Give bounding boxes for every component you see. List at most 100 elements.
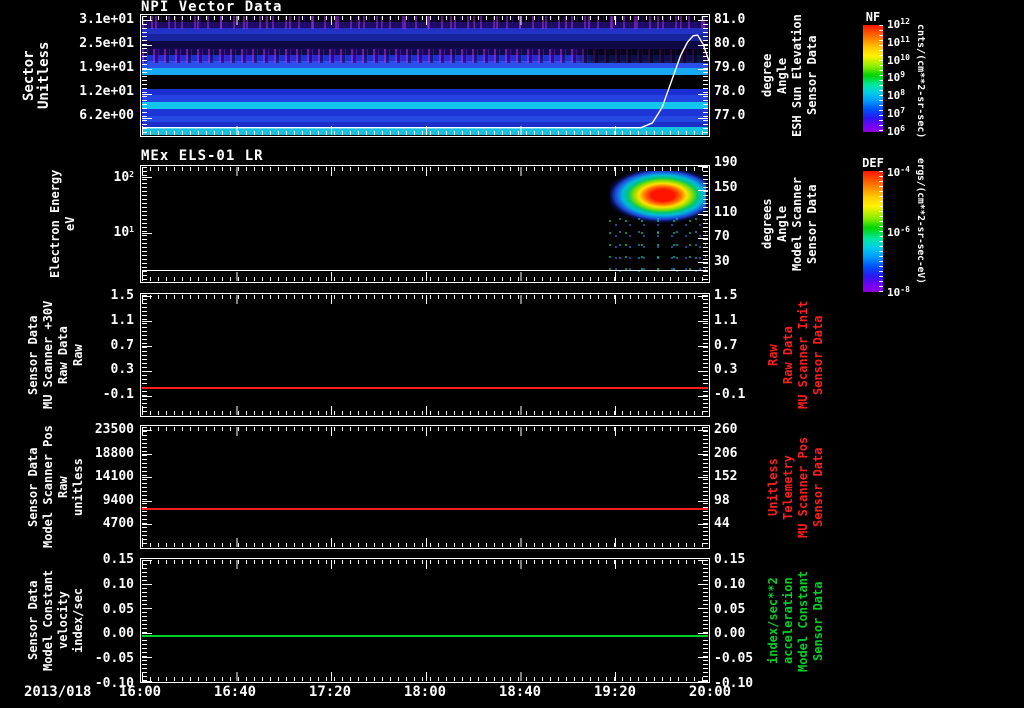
nf-colorbar-unit: cnts/(cm**2-sr-sec) <box>915 24 926 139</box>
p3-right-axis-title: Sensor Data MU Scanner Init Raw Data Raw <box>766 288 826 422</box>
x-tick-label: 20:00 <box>688 684 732 700</box>
tick-mark <box>698 477 708 478</box>
tick-mark <box>142 44 152 46</box>
tick-mark <box>698 500 708 502</box>
y-tick-label: -0.05 <box>714 651 754 667</box>
p3-y-tick-labels: 1.5 1.1 0.7 0.3 -0.1 <box>60 289 134 402</box>
colorbar-tick-label: 109 <box>887 70 906 85</box>
p4-right-major-ticks <box>698 430 708 525</box>
y-tick-label: -0.1 <box>102 387 134 402</box>
tick-mark <box>698 560 708 561</box>
axis-title-line: Raw Data <box>781 326 795 384</box>
els-right-major-ticks <box>698 166 708 263</box>
y-tick-label: 0.3 <box>714 362 738 378</box>
y-tick-label: -0.1 <box>714 387 746 402</box>
axis-title-line: Model Scanner Pos <box>41 425 55 549</box>
colorbar-tick-label: 106 <box>887 123 906 138</box>
panel-els-title: MEx ELS-01 LR <box>141 148 264 164</box>
tick-mark <box>698 321 708 322</box>
date-label: 2013/018 <box>24 684 92 700</box>
els-top-major-ticks <box>142 167 708 176</box>
sun-elevation-curve-path <box>142 34 710 129</box>
x-tick-label: 18:40 <box>498 684 542 700</box>
tick-mark <box>698 524 708 525</box>
y-tick-label: 1.1 <box>110 312 134 328</box>
p4-top-major-ticks <box>142 427 708 436</box>
p4-right-axis-title: Sensor Data MU Scanner Pos Telemetry Unitle… <box>766 420 826 554</box>
p5-right-axis-title: Sensor Data Model Constant acceleration ind… <box>766 552 826 690</box>
y-tick-label: 6.2e+00 <box>79 108 134 123</box>
npi-right-axis-title: Sensor Data ESH Sun Elevation Angle degree <box>760 14 820 137</box>
axis-title-line: Model Constant <box>796 570 810 672</box>
npi-left-major-ticks <box>142 20 152 119</box>
p5-bottom-major-ticks <box>142 672 708 681</box>
tick-mark <box>142 371 152 372</box>
tick-mark <box>698 69 708 70</box>
tick-mark <box>142 524 152 525</box>
p5-right-tick-labels: 0.15 0.10 0.05 0.00 -0.05 -0.10 <box>714 553 768 691</box>
y-tick-label: -0.05 <box>94 651 134 667</box>
y-tick-label: 0.15 <box>102 552 134 567</box>
y-tick-label: 98 <box>714 492 730 508</box>
npi-top-major-ticks <box>142 16 708 25</box>
els-left-major-ticks <box>142 177 152 234</box>
tick-mark <box>142 396 152 397</box>
tick-mark <box>142 453 152 455</box>
tick-mark <box>142 93 152 95</box>
axis-title-line: MU Scanner +30V <box>41 300 55 410</box>
y-tick-label: 0.7 <box>110 337 134 353</box>
x-tick-label: 17:20 <box>308 684 352 700</box>
tick-mark <box>698 118 708 119</box>
tick-mark <box>698 346 708 347</box>
axis-title-line: Angle <box>775 57 789 94</box>
panel-npi-plot-area <box>140 14 710 137</box>
els-y-axis-title: Electron Energy eV <box>48 165 78 283</box>
model-scanner-pos-trace <box>142 508 708 510</box>
tick-mark <box>698 238 708 239</box>
nf-colorbar-title: NF <box>865 10 881 24</box>
y-tick-label: 260 <box>714 422 738 437</box>
sun-elevation-curve <box>142 34 710 129</box>
axis-title-line: Angle <box>775 205 789 243</box>
y-tick-label: 18800 <box>94 445 134 461</box>
tick-mark <box>698 584 708 586</box>
p5-y-tick-labels: 0.15 0.10 0.05 0.00 -0.05 -0.10 <box>60 553 134 691</box>
p4-bottom-major-ticks <box>142 538 708 547</box>
def-colorbar-unit: ergs/(cm**2-sr-sec-eV) <box>915 158 926 284</box>
tick-mark <box>698 166 708 167</box>
axis-title-line: index/sec**2 <box>766 577 780 665</box>
x-axis-tick-labels: 16:00 16:40 17:20 18:00 18:40 19:20 20:00 <box>119 684 731 700</box>
y-tick-label: 0.00 <box>714 626 746 642</box>
y-tick-label: 3.1e+01 <box>79 12 134 27</box>
tick-mark <box>142 560 152 561</box>
tick-mark <box>698 430 708 431</box>
panel-scanner-pos-plot-area <box>140 425 710 549</box>
colorbar-tick-label: 10-8 <box>887 285 910 300</box>
tick-mark <box>142 680 152 682</box>
y-tick-label: 1.9e+01 <box>79 60 134 75</box>
tick-mark <box>698 396 708 397</box>
y-tick-label: 0.10 <box>102 576 134 592</box>
panel-els-plot-area <box>140 165 710 283</box>
npi-bottom-major-ticks <box>142 126 708 135</box>
tick-mark <box>698 632 708 634</box>
axis-title-line: acceleration <box>781 577 795 665</box>
x-tick-label: 16:00 <box>118 684 162 700</box>
y-tick-label: 4700 <box>102 516 134 531</box>
y-tick-label: 0.05 <box>714 601 746 617</box>
p4-left-major-ticks <box>142 430 152 525</box>
tick-mark <box>698 262 708 263</box>
axis-title-line: Sensor Data <box>805 35 819 116</box>
tick-mark <box>698 296 708 297</box>
axis-title-line: Sector <box>21 50 37 101</box>
axis-title-line: Electron Energy <box>48 169 62 279</box>
tick-mark <box>698 20 708 21</box>
axis-title-line: Sensor Data <box>811 315 825 395</box>
tick-mark <box>142 296 152 297</box>
axis-title-line: Telemetry <box>781 454 795 520</box>
tick-mark <box>698 93 708 95</box>
tick-mark <box>698 214 708 215</box>
colorbar-tick-label: 10-6 <box>887 225 910 240</box>
nf-colorbar-tick-labels: 1012 1011 1010 109 108 107 106 <box>887 18 933 138</box>
p3-left-major-ticks <box>142 296 152 397</box>
